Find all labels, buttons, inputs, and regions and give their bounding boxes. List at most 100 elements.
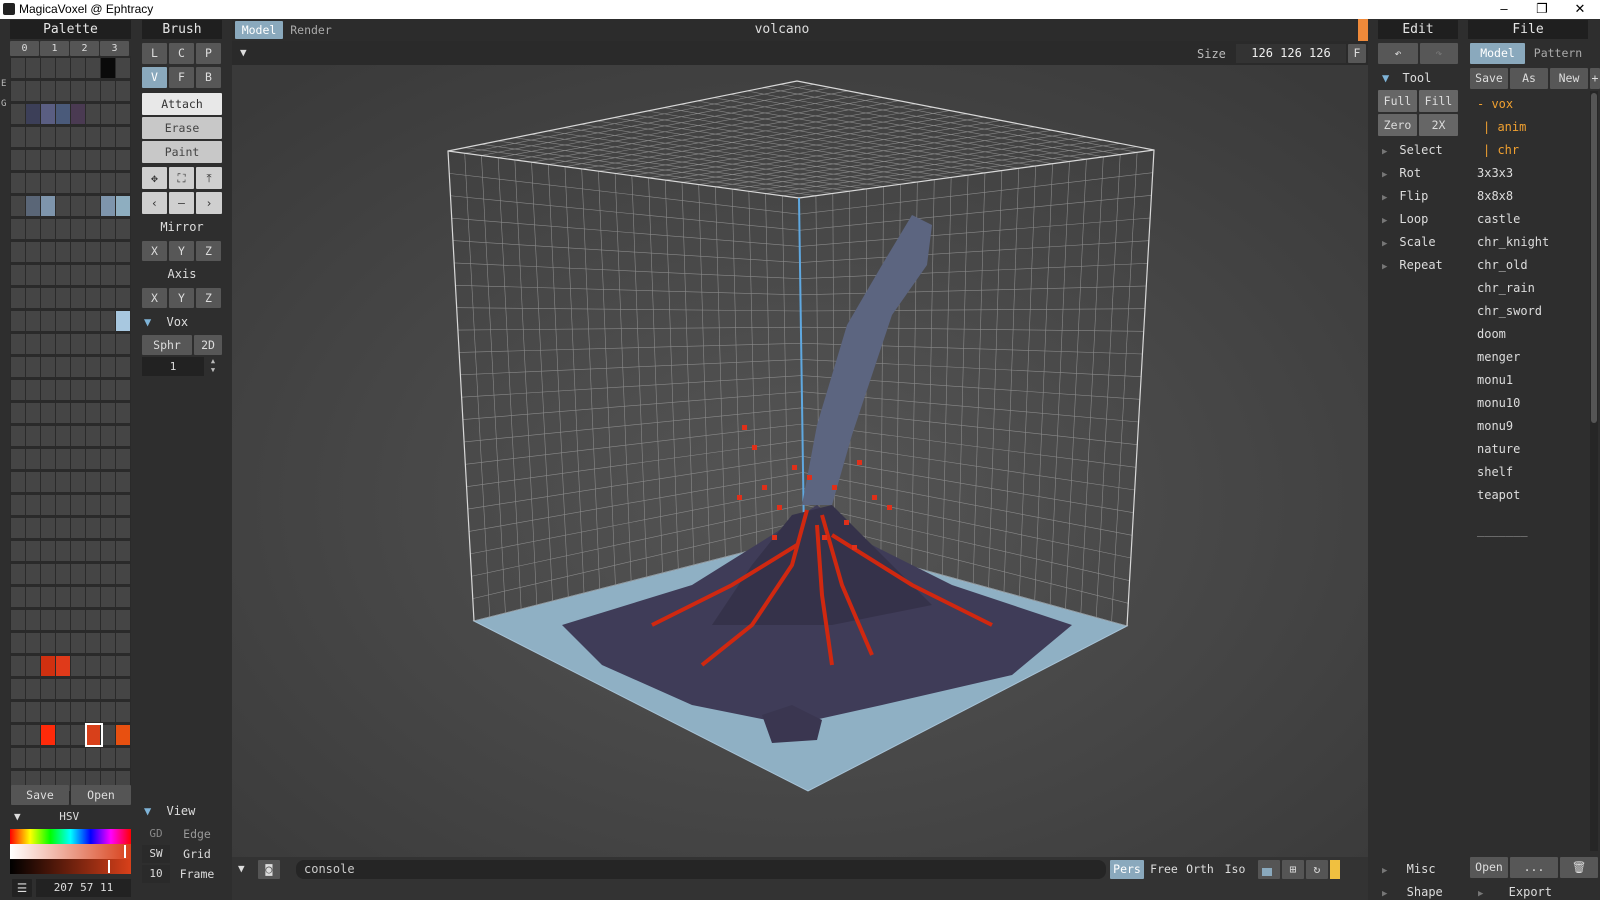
sphere-shape-button[interactable]: Sphr [142,335,192,355]
palette-swatch[interactable] [86,564,100,584]
palette-swatch[interactable] [71,219,85,239]
palette-swatch[interactable] [41,472,55,492]
palette-swatch[interactable] [41,173,55,193]
palette-swatch[interactable] [71,357,85,377]
palette-grid[interactable] [10,56,131,804]
palette-swatch[interactable] [116,173,130,193]
palette-swatch[interactable] [26,219,40,239]
palette-swatch[interactable] [11,196,25,216]
palette-swatch[interactable] [101,587,115,607]
palette-swatch[interactable] [26,725,40,745]
palette-swatch[interactable] [116,564,130,584]
palette-swatch[interactable] [101,702,115,722]
edit-item-flip[interactable]: ▶ Flip [1382,189,1462,203]
palette-swatch[interactable] [71,403,85,423]
fill-button[interactable]: Fill [1419,90,1458,112]
palette-swatch[interactable] [86,219,100,239]
file-item-monu1[interactable]: monu1 [1477,373,1513,387]
palette-swatch[interactable] [26,748,40,768]
palette-swatch[interactable] [26,311,40,331]
palette-swatch[interactable] [101,725,115,745]
brush-type-p[interactable]: P [196,43,221,64]
viewport-menu-toggle[interactable]: ▼ [240,46,247,59]
palette-swatch[interactable] [101,127,115,147]
arrow-down-icon[interactable]: ▼ [206,366,220,375]
palette-swatch[interactable] [71,58,85,78]
tab-render[interactable]: Render [285,21,337,39]
palette-swatch[interactable] [101,610,115,630]
palette-swatch[interactable] [41,426,55,446]
palette-swatch[interactable] [41,702,55,722]
palette-swatch[interactable] [101,104,115,124]
brush-shape-v[interactable]: V [142,67,167,88]
palette-swatch[interactable] [26,702,40,722]
palette-swatch[interactable] [116,127,130,147]
palette-swatch[interactable] [71,748,85,768]
palette-swatch[interactable] [71,334,85,354]
palette-swatch[interactable] [101,518,115,538]
undo-button[interactable]: ↶ [1378,43,1418,64]
palette-swatch[interactable] [11,426,25,446]
toggle-fill-button[interactable] [1258,860,1280,879]
palette-swatch[interactable] [116,495,130,515]
palette-swatch[interactable] [86,587,100,607]
palette-swatch[interactable] [41,587,55,607]
palette-tab-0[interactable]: 0 [10,41,39,56]
palette-swatch[interactable] [71,449,85,469]
palette-swatch[interactable] [116,587,130,607]
palette-swatch[interactable] [41,127,55,147]
palette-swatch[interactable] [26,449,40,469]
view-mode-orth[interactable]: Orth [1182,860,1218,879]
palette-swatch[interactable] [41,541,55,561]
palette-swatch[interactable] [56,541,70,561]
palette-swatch[interactable] [56,587,70,607]
palette-swatch[interactable] [116,633,130,653]
palette-swatch[interactable] [11,219,25,239]
palette-swatch[interactable] [26,403,40,423]
palette-swatch[interactable] [26,104,40,124]
palette-swatch[interactable] [56,449,70,469]
palette-swatch[interactable] [26,242,40,262]
redo-button[interactable]: ↷ [1420,43,1458,64]
file-new-button[interactable]: New [1550,68,1588,89]
palette-swatch[interactable] [26,656,40,676]
close-button[interactable]: ✕ [1560,0,1600,19]
palette-swatch[interactable] [101,219,115,239]
palette-swatch[interactable] [41,610,55,630]
palette-swatch[interactable] [56,518,70,538]
palette-swatch[interactable] [41,518,55,538]
2d-shape-button[interactable]: 2D [194,335,222,355]
palette-swatch[interactable] [116,242,130,262]
file-item-8x8x8[interactable]: 8x8x8 [1477,189,1513,203]
palette-swatch[interactable] [71,518,85,538]
view-mode-pers[interactable]: Pers [1110,860,1144,879]
palette-swatch[interactable] [71,702,85,722]
palette-swatch[interactable] [11,702,25,722]
palette-swatch[interactable] [86,196,100,216]
palette-swatch[interactable] [101,380,115,400]
folder-item[interactable]: | anim [1483,120,1526,134]
edit-item-loop[interactable]: ▶ Loop [1382,212,1462,226]
edit-item-scale[interactable]: ▶ Scale [1382,235,1462,249]
palette-swatch[interactable] [86,518,100,538]
palette-tab-3[interactable]: 3 [100,41,129,56]
palette-swatch[interactable] [56,219,70,239]
palette-swatch[interactable] [86,357,100,377]
palette-swatch[interactable] [11,633,25,653]
palette-swatch[interactable] [86,472,100,492]
palette-swatch[interactable] [56,725,70,745]
palette-swatch[interactable] [11,541,25,561]
palette-swatch[interactable] [86,288,100,308]
brush-size-stepper[interactable]: ▲ ▼ [206,357,220,376]
palette-swatch[interactable] [11,564,25,584]
palette-swatch[interactable] [26,633,40,653]
palette-swatch[interactable] [56,196,70,216]
console-menu-toggle[interactable]: ▼ [238,862,245,875]
palette-swatch[interactable] [116,150,130,170]
palette-swatch[interactable] [86,403,100,423]
palette-swatch[interactable] [86,242,100,262]
palette-swatch[interactable] [56,380,70,400]
view-mode-free[interactable]: Free [1146,860,1182,879]
file-item-chr-knight[interactable]: chr_knight [1477,235,1549,249]
palette-swatch[interactable] [41,633,55,653]
